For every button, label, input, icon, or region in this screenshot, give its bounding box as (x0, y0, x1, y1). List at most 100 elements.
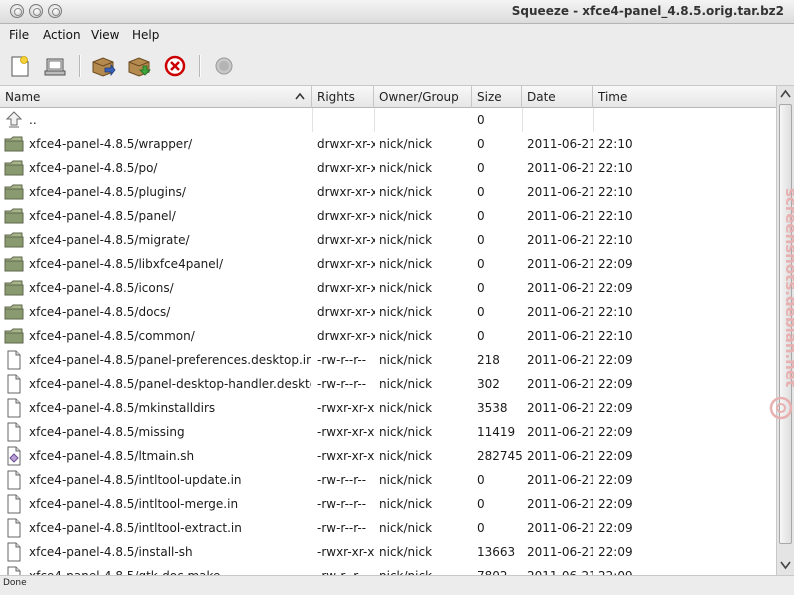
file-rights: -rwxr-xr-x (317, 449, 375, 463)
table-row[interactable]: xfce4-panel-4.8.5/gtk-doc.make -rw-r--r--… (0, 564, 776, 575)
menu-help[interactable]: Help (132, 28, 159, 42)
stop-button[interactable] (211, 54, 237, 78)
table-row[interactable]: xfce4-panel-4.8.5/plugins/drwxr-xr-x nick… (0, 180, 776, 204)
file-name: xfce4-panel-4.8.5/libxfce4panel/ (29, 257, 224, 271)
file-time: 22:09 (598, 401, 633, 415)
file-rights: drwxr-xr-x (317, 185, 375, 199)
folder-icon (4, 180, 24, 204)
table-row[interactable]: xfce4-panel-4.8.5/migrate/drwxr-xr-x nick… (0, 228, 776, 252)
file-date: 2011-06-21 (527, 137, 593, 151)
minimize-window-button[interactable] (29, 4, 43, 18)
file-size: 0 (477, 281, 485, 295)
file-icon (4, 492, 24, 516)
maximize-window-button[interactable] (48, 4, 62, 18)
file-time: 22:09 (598, 473, 633, 487)
file-list[interactable]: Name Rights Owner/Group Size Date Time .… (0, 86, 776, 575)
file-size: 0 (477, 113, 485, 127)
table-row[interactable]: xfce4-panel-4.8.5/common/drwxr-xr-x nick/… (0, 324, 776, 348)
extract-button[interactable] (127, 54, 153, 78)
close-window-button[interactable] (10, 4, 24, 18)
table-row[interactable]: xfce4-panel-4.8.5/intltool-merge.in -rw-r… (0, 492, 776, 516)
table-row[interactable]: xfce4-panel-4.8.5/wrapper/drwxr-xr-x nick… (0, 132, 776, 156)
scroll-up-icon[interactable] (780, 89, 791, 99)
file-time: 22:10 (598, 305, 633, 319)
file-owner: nick/nick (379, 137, 433, 151)
menu-file[interactable]: File (9, 28, 29, 42)
table-row[interactable]: .. 0 (0, 108, 776, 132)
table-row[interactable]: xfce4-panel-4.8.5/missing -rwxr-xr-x nick/… (0, 420, 776, 444)
file-time: 22:09 (598, 377, 633, 391)
file-name: xfce4-panel-4.8.5/ltmain.sh (29, 449, 195, 463)
menu-action[interactable]: Action (43, 28, 81, 42)
file-time: 22:09 (598, 564, 658, 575)
table-row[interactable]: xfce4-panel-4.8.5/panel/drwxr-xr-x nick/n… (0, 204, 776, 228)
column-header-name[interactable]: Name (0, 86, 312, 108)
table-row[interactable]: xfce4-panel-4.8.5/po/drwxr-xr-x nick/nick… (0, 156, 776, 180)
table-row[interactable]: xfce4-panel-4.8.5/intltool-update.in -rw-… (0, 468, 776, 492)
file-owner: nick/nick (379, 425, 433, 439)
file-time: 22:09 (598, 545, 633, 559)
file-rights: -rwxr-xr-x (317, 545, 375, 559)
cancel-icon (164, 55, 186, 77)
file-name: xfce4-panel-4.8.5/mkinstalldirs (29, 401, 216, 415)
new-archive-icon (11, 56, 29, 77)
folder-icon (4, 276, 24, 300)
file-size: 0 (477, 257, 485, 271)
new-archive-button[interactable] (7, 54, 33, 78)
open-archive-icon (44, 58, 66, 76)
open-archive-button[interactable] (43, 54, 69, 78)
add-files-button[interactable] (91, 54, 117, 78)
file-owner: nick/nick (379, 564, 469, 575)
column-header-date[interactable]: Date (522, 86, 593, 108)
file-icon (4, 564, 24, 575)
file-time: 22:10 (598, 209, 633, 223)
table-row[interactable]: xfce4-panel-4.8.5/icons/drwxr-xr-x nick/n… (0, 276, 776, 300)
cancel-button[interactable] (163, 54, 189, 78)
column-header-owner[interactable]: Owner/Group (374, 86, 472, 108)
file-rights: drwxr-xr-x (317, 281, 375, 295)
file-name: xfce4-panel-4.8.5/gtk-doc.make (29, 564, 311, 575)
table-row[interactable]: xfce4-panel-4.8.5/intltool-extract.in -rw… (0, 516, 776, 540)
file-icon (4, 468, 24, 492)
file-owner: nick/nick (379, 185, 433, 199)
extract-icon (128, 57, 151, 77)
folder-icon (4, 132, 24, 156)
file-date: 2011-06-21 (527, 185, 593, 199)
menu-view[interactable]: View (91, 28, 119, 42)
file-date: 2011-06-21 (527, 473, 593, 487)
parent-folder-icon (4, 108, 24, 132)
table-row[interactable]: xfce4-panel-4.8.5/panel-preferences.desk… (0, 348, 776, 372)
title-bar: Squeeze - xfce4-panel_4.8.5.orig.tar.bz2 (0, 0, 794, 24)
column-header-time[interactable]: Time (593, 86, 776, 108)
file-name: xfce4-panel-4.8.5/docs/ (29, 305, 171, 319)
table-row[interactable]: xfce4-panel-4.8.5/docs/drwxr-xr-x nick/ni… (0, 300, 776, 324)
file-time: 22:10 (598, 329, 633, 343)
table-row[interactable]: xfce4-panel-4.8.5/libxfce4panel/drwxr-xr… (0, 252, 776, 276)
file-rights: -rwxr-xr-x (317, 425, 375, 439)
file-name: xfce4-panel-4.8.5/intltool-update.in (29, 473, 242, 487)
file-rights: -rw-r--r-- (317, 473, 367, 487)
folder-icon (4, 156, 24, 180)
file-rights: -rwxr-xr-x (317, 401, 375, 415)
file-rights: drwxr-xr-x (317, 209, 375, 223)
table-row[interactable]: xfce4-panel-4.8.5/ltmain.sh -rwxr-xr-x nic… (0, 444, 776, 468)
file-size: 0 (477, 473, 485, 487)
file-time (598, 108, 658, 132)
column-header-rights[interactable]: Rights (312, 86, 374, 108)
file-rights: drwxr-xr-x (317, 329, 375, 343)
table-row[interactable]: xfce4-panel-4.8.5/install-sh -rwxr-xr-x ni… (0, 540, 776, 564)
watermark: screenshots.debian.net (769, 188, 794, 420)
file-owner: nick/nick (379, 329, 433, 343)
file-size: 0 (477, 161, 485, 175)
file-rights: -rw-r--r-- (317, 377, 367, 391)
file-owner: nick/nick (379, 401, 433, 415)
table-row[interactable]: xfce4-panel-4.8.5/mkinstalldirs -rwxr-xr-… (0, 396, 776, 420)
file-name: xfce4-panel-4.8.5/common/ (29, 329, 195, 343)
file-time: 22:10 (598, 185, 633, 199)
file-icon (4, 372, 24, 396)
table-row[interactable]: xfce4-panel-4.8.5/panel-desktop-handler.… (0, 372, 776, 396)
column-header-size[interactable]: Size (472, 86, 522, 108)
file-name: xfce4-panel-4.8.5/panel/ (29, 209, 176, 223)
file-date: 2011-06-21 (527, 305, 593, 319)
scroll-down-icon[interactable] (780, 560, 791, 570)
